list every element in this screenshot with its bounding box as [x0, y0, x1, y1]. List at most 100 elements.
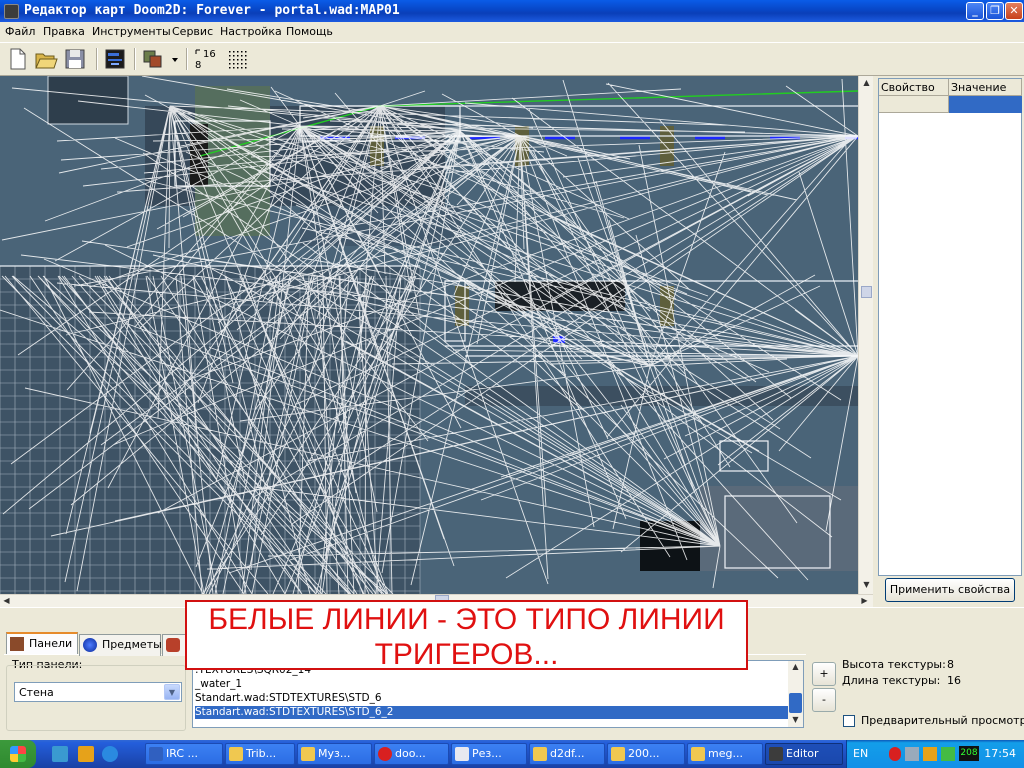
menu-file[interactable]: Файл	[5, 25, 35, 38]
windows-logo-icon	[10, 746, 26, 762]
language-indicator[interactable]: EN	[853, 747, 868, 760]
texture-item[interactable]: _water_1	[195, 678, 242, 691]
scroll-up-icon[interactable]: ▲	[789, 661, 802, 674]
taskbar-item[interactable]: Муз...	[297, 743, 372, 765]
scroll-down-icon[interactable]: ▼	[789, 714, 802, 727]
tab-panels[interactable]: Панели	[6, 632, 78, 654]
start-button[interactable]	[0, 740, 36, 768]
panel-type-value: Стена	[19, 686, 54, 699]
app-tray-icon[interactable]	[941, 747, 955, 761]
taskbar-item[interactable]: 200...	[607, 743, 685, 765]
checkbox-icon[interactable]	[843, 715, 855, 727]
item-sphere-icon	[83, 638, 97, 652]
annotation-line-2: ТРИГЕРОВ...	[374, 638, 559, 671]
taskbar-item[interactable]: meg...	[687, 743, 763, 765]
folder-icon	[533, 747, 547, 761]
property-cell[interactable]	[879, 96, 949, 113]
taskbar-item-active[interactable]: Editor	[765, 743, 843, 765]
grid-step-icon[interactable]: 16 8	[193, 46, 219, 72]
toolbar-separator	[134, 48, 136, 70]
new-file-icon[interactable]	[4, 46, 30, 72]
winamp-icon[interactable]	[78, 746, 94, 762]
clock: 17:54	[984, 747, 1016, 760]
menu-help[interactable]: Помощь	[286, 25, 333, 38]
menu-settings[interactable]: Настройка	[220, 25, 282, 38]
folder-icon	[691, 747, 705, 761]
menu-service[interactable]: Сервис	[172, 25, 213, 38]
taskbar-item[interactable]: Trib...	[225, 743, 295, 765]
menu-tools[interactable]: Инструменты	[92, 25, 171, 38]
taskbar-item-label: d2df...	[550, 747, 585, 760]
taskbar-item-label: Муз...	[318, 747, 351, 760]
toolbar: 16 8	[0, 42, 1024, 76]
add-texture-button[interactable]: +	[812, 662, 836, 686]
apply-properties-button[interactable]: Применить свойства	[885, 578, 1015, 602]
system-tray: EN 208 17:54	[846, 740, 1024, 768]
preview-checkbox[interactable]: Предварительный просмотр	[843, 714, 1024, 727]
map-vertical-scrollbar[interactable]: ▲ ▼	[858, 76, 873, 594]
dropdown-arrow-icon[interactable]	[168, 46, 182, 72]
restore-button[interactable]: ❐	[986, 2, 1004, 20]
browser-icon[interactable]	[102, 746, 118, 762]
texture-item[interactable]: Standart.wad:STDTEXTURES\STD_6	[195, 692, 382, 705]
properties-panel: Свойство Значение Применить свойства	[875, 76, 1024, 606]
wall-icon	[10, 637, 24, 651]
folder-icon	[611, 747, 625, 761]
scroll-down-icon[interactable]: ▼	[860, 579, 873, 592]
network-tray-icon[interactable]	[905, 747, 919, 761]
irc-icon	[149, 747, 163, 761]
minimap-icon[interactable]	[102, 46, 128, 72]
texture-list-scrollbar[interactable]: ▲ ▼	[788, 661, 803, 727]
chevron-down-icon[interactable]: ▼	[164, 684, 180, 700]
properties-grid[interactable]: Свойство Значение	[878, 78, 1022, 576]
taskbar-item[interactable]: d2df...	[529, 743, 605, 765]
taskbar-item[interactable]: Рез...	[451, 743, 527, 765]
tab-items[interactable]: Предметы	[79, 634, 162, 656]
app-icon	[4, 4, 19, 19]
tab-items-label: Предметы	[102, 638, 162, 651]
layers-icon[interactable]	[140, 46, 166, 72]
opera-tray-icon[interactable]	[889, 747, 901, 761]
scroll-thumb[interactable]	[789, 693, 802, 713]
annotation-line-1: БЕЛЫЕ ЛИНИИ - ЭТО ТИПО ЛИНИИ	[208, 603, 725, 636]
remove-texture-button[interactable]: -	[812, 688, 836, 712]
menu-edit[interactable]: Правка	[43, 25, 85, 38]
close-button[interactable]: ✕	[1005, 2, 1023, 20]
taskbar-item[interactable]: doo...	[374, 743, 449, 765]
scroll-thumb[interactable]	[861, 286, 872, 298]
menu-bar: Файл Правка Инструменты Сервис Настройка…	[0, 22, 1024, 41]
winamp-tray-icon[interactable]	[923, 747, 937, 761]
folder-icon	[229, 747, 243, 761]
tab-monsters[interactable]	[162, 634, 186, 656]
open-folder-icon[interactable]	[33, 46, 59, 72]
map-door	[660, 126, 674, 166]
texture-item-selected[interactable]: Standart.wad:STDTEXTURES\STD_6_2	[195, 706, 789, 719]
save-icon[interactable]	[62, 46, 88, 72]
folder-icon	[301, 747, 315, 761]
window-title: Редактор карт Doom2D: Forever - portal.w…	[24, 3, 400, 18]
taskbar-item-label: Editor	[786, 747, 819, 760]
tab-panels-label: Панели	[29, 637, 73, 650]
map-canvas[interactable]	[0, 76, 858, 594]
editor-icon	[769, 747, 783, 761]
network-icon[interactable]	[52, 746, 68, 762]
toolbar-separator	[96, 48, 98, 70]
tex-width-value: 16	[947, 674, 961, 687]
taskbar-item-label: doo...	[395, 747, 426, 760]
tex-width-label: Длина текстуры:	[842, 674, 941, 687]
monster-icon	[166, 638, 180, 652]
minimize-button[interactable]: _	[966, 2, 984, 20]
col-value-header[interactable]: Значение	[949, 79, 1022, 96]
value-cell[interactable]	[949, 96, 1022, 113]
grid-step-top: 16	[203, 49, 216, 60]
counter-badge[interactable]: 208	[959, 746, 979, 761]
col-property-header[interactable]: Свойство	[879, 79, 949, 96]
grid-dots-icon[interactable]	[224, 46, 250, 72]
title-bar[interactable]: Редактор карт Doom2D: Forever - portal.w…	[0, 0, 1024, 22]
panel-type-select[interactable]: Стена ▼	[14, 682, 182, 702]
opera-icon	[378, 747, 392, 761]
annotation-callout: БЕЛЫЕ ЛИНИИ - ЭТО ТИПО ЛИНИИ ТРИГЕРОВ...	[185, 600, 748, 671]
scroll-up-icon[interactable]: ▲	[860, 77, 873, 90]
map-panel	[47, 76, 129, 125]
taskbar-item[interactable]: IRC ...	[145, 743, 223, 765]
